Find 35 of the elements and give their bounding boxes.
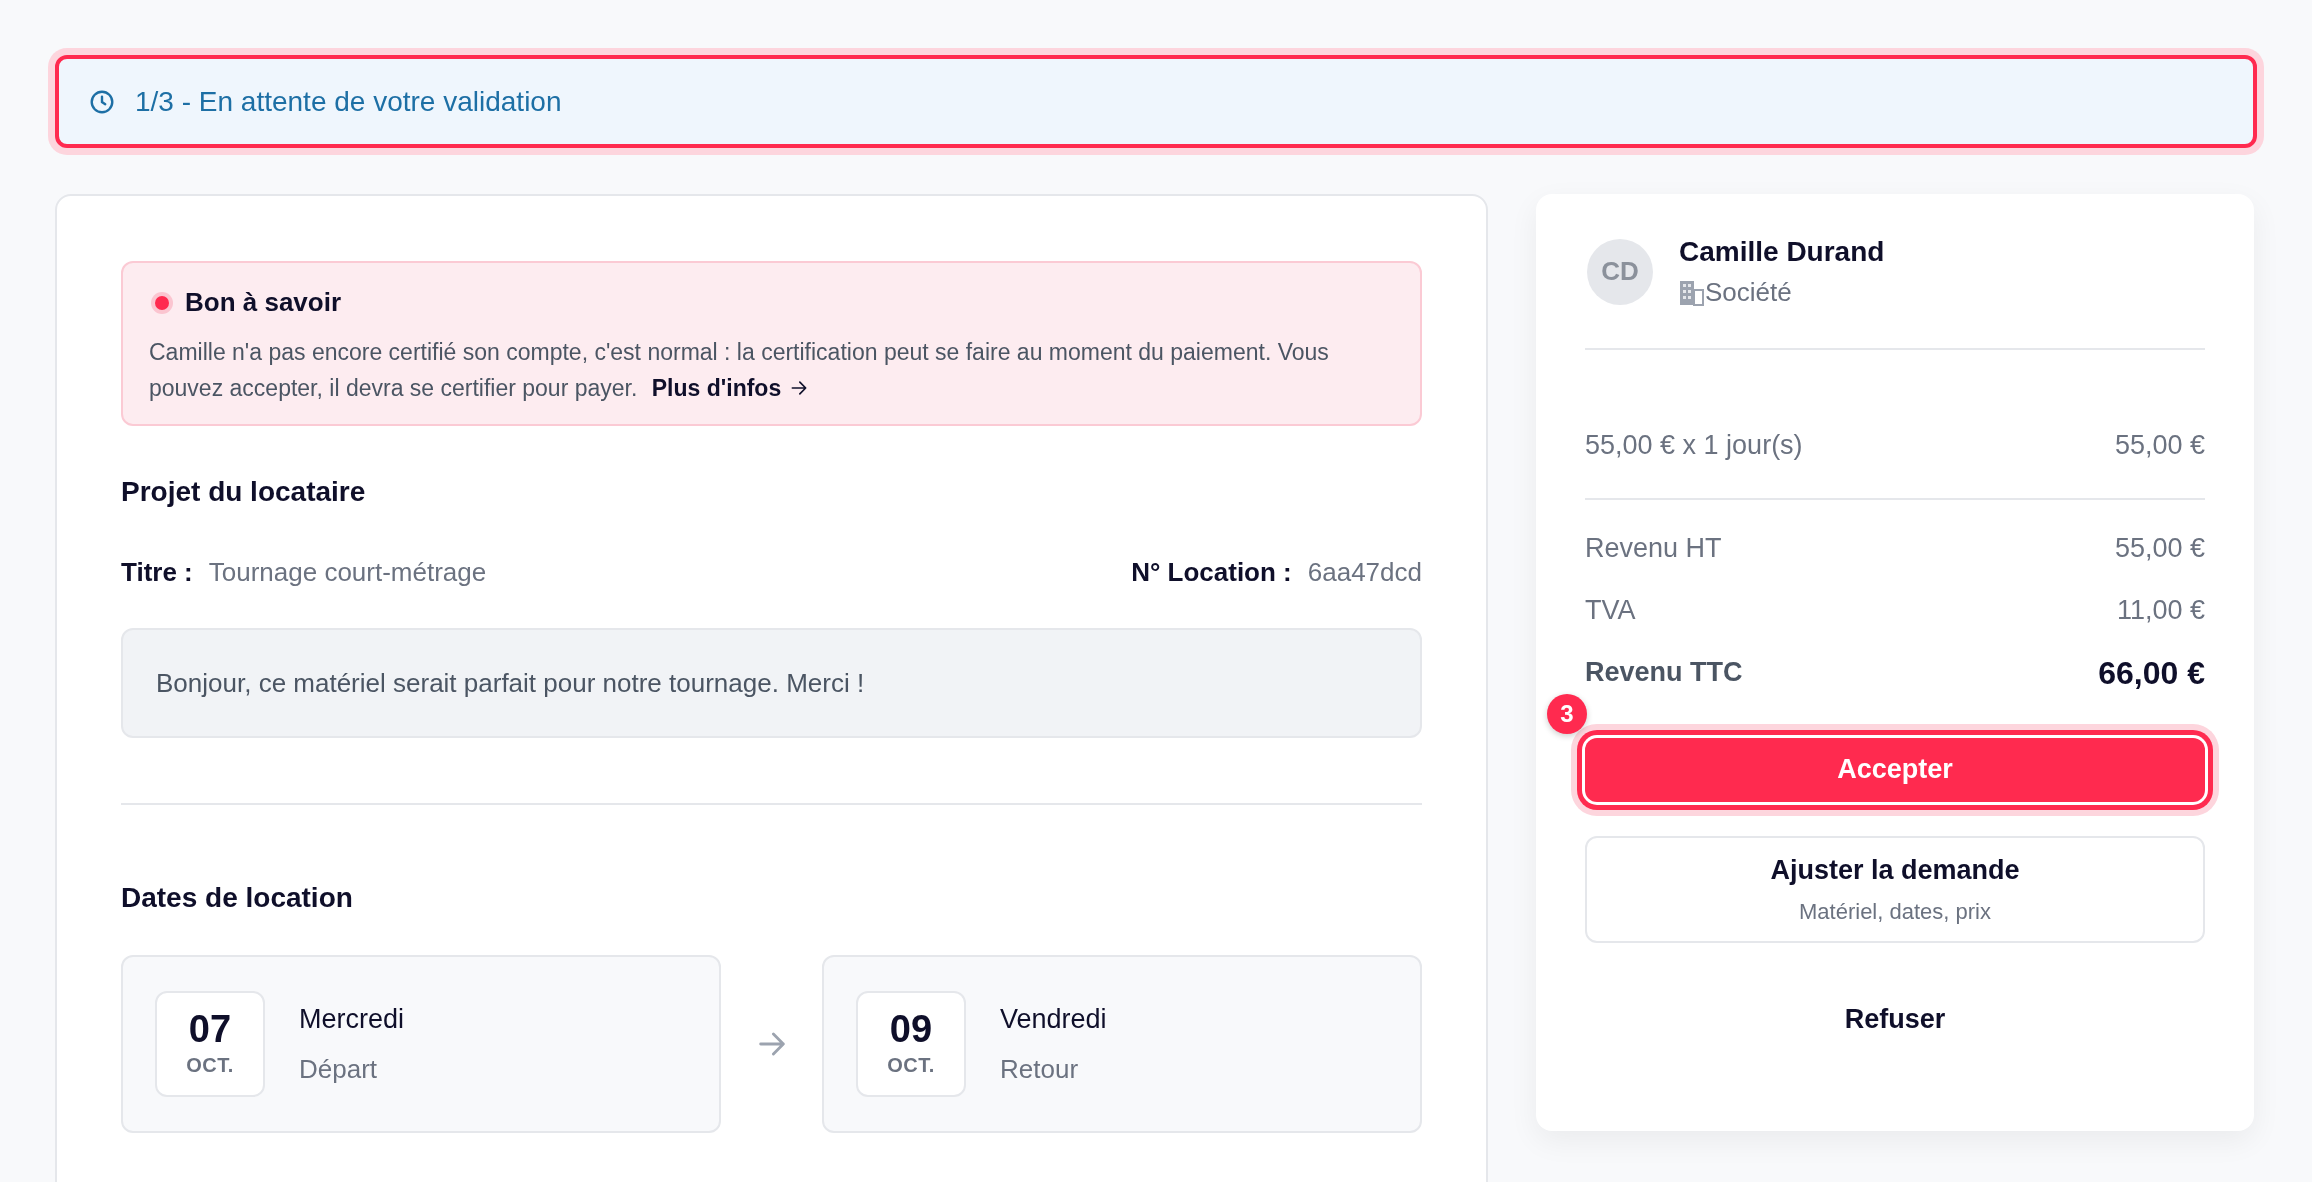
message-text: Bonjour, ce matériel serait parfait pour notre tournage. Merci ! xyxy=(156,666,865,700)
adjust-request-button[interactable]: Ajuster la demande Matériel, dates, prix xyxy=(1585,835,2205,943)
more-info-link[interactable]: Plus d'infos xyxy=(651,370,810,406)
price-line-label: 55,00 € x 1 jour(s) xyxy=(1585,429,1803,462)
renter-name: Camille Durand xyxy=(1679,235,1885,269)
refuse-button[interactable]: Refuser xyxy=(1828,990,1962,1047)
date-role: Départ xyxy=(299,1052,379,1086)
weekday-text: Mercredi xyxy=(299,1003,405,1037)
notice-title: Bon à savoir xyxy=(185,286,342,319)
date-day: 09 xyxy=(889,1008,933,1050)
location-label: N° Location : xyxy=(1131,556,1292,589)
price-label: Revenu TTC xyxy=(1585,656,1743,690)
clock-icon xyxy=(89,88,115,115)
section-heading: Dates de location xyxy=(121,881,354,915)
price-value: 55,00 € xyxy=(2114,532,2205,566)
title-label: Titre : xyxy=(121,556,193,589)
location-value: 6aa47dcd xyxy=(1307,556,1422,589)
building-icon xyxy=(1679,279,1705,306)
price-label: Revenu HT xyxy=(1585,532,1722,566)
avatar-initials: CD xyxy=(1601,255,1639,288)
notice-text: Camille n'a pas encore certifié son compte, c'est normal : la certification peut se faire au moment du paiement. Vous pouvez accepter, il devra se certifier pour payer. Plus d'infos xyxy=(149,334,1394,406)
price-line-value: 55,00 € xyxy=(2114,429,2205,462)
status-text: 1/3 - En attente de votre validation xyxy=(135,84,562,119)
title-value: Tournage court-métrage xyxy=(208,556,487,589)
renter-type: Société xyxy=(1705,276,1792,309)
section-heading: Projet du locataire xyxy=(121,475,367,509)
weekday-text: Vendredi xyxy=(1000,1003,1107,1037)
step-badge: 3 xyxy=(1547,693,1587,734)
date-month: OCT. xyxy=(887,1053,935,1078)
price-value: 66,00 € xyxy=(2098,653,2205,693)
date-role: Retour xyxy=(1000,1052,1080,1086)
price-value: 11,00 € xyxy=(2116,594,2205,628)
price-label: TVA xyxy=(1585,594,1636,628)
date-day: 07 xyxy=(188,1008,232,1050)
date-month: OCT. xyxy=(186,1053,234,1078)
